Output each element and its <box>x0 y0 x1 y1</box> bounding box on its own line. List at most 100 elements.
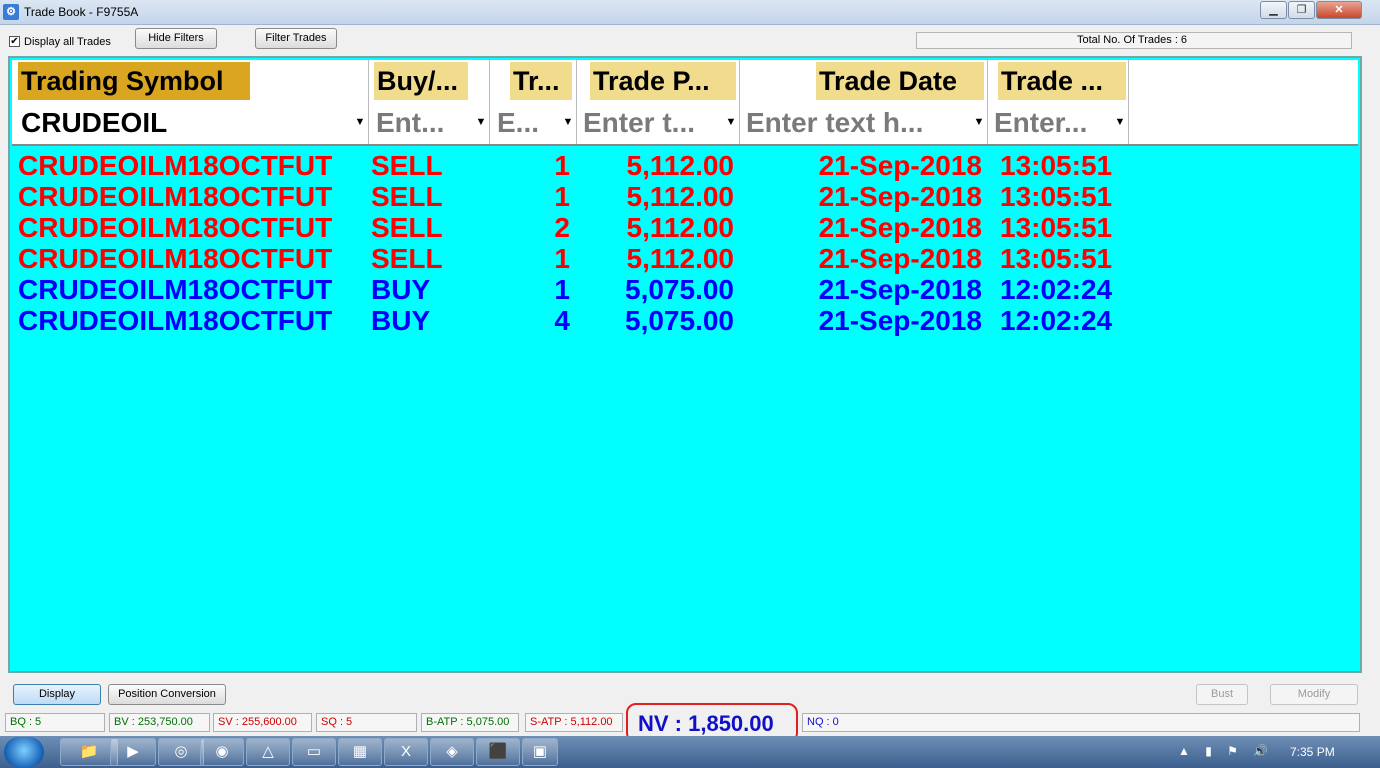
cell-qty: 1 <box>554 181 570 212</box>
lifebuoy-icon[interactable]: ◎ <box>158 738 204 766</box>
status-bv: BV : 253,750.00 <box>109 713 210 732</box>
cell-symbol: CRUDEOILM18OCTFUT <box>18 274 333 305</box>
modify-button[interactable]: Modify <box>1270 684 1358 705</box>
filter-funnel-icon[interactable]: ▼ <box>561 115 575 129</box>
title-bar: ⚙ Trade Book - F9755A ▁ ❐ ✕ <box>0 0 1380 25</box>
filter-funnel-icon[interactable]: ▼ <box>1113 115 1127 129</box>
cell-side: SELL <box>371 243 443 274</box>
chrome-icon[interactable]: ◉ <box>200 738 244 766</box>
cell-symbol: CRUDEOILM18OCTFUT <box>18 181 333 212</box>
filter-trades-button[interactable]: Filter Trades <box>255 28 337 49</box>
clock[interactable]: 7:35 PM <box>1290 745 1335 759</box>
col-header-buy-sell[interactable]: Buy/... <box>374 62 468 100</box>
cell-qty: 4 <box>554 305 570 336</box>
taskbar: 📁 ▶ ◎ ◉ △ ▭ ▦ X ◈ ⬛ ▣ ▲ ▮ ⚑ 🔊 7:35 PM <box>0 736 1380 768</box>
start-button[interactable] <box>4 737 44 767</box>
display-all-checkbox[interactable]: ✔ <box>9 36 20 47</box>
cell-symbol: CRUDEOILM18OCTFUT <box>18 150 333 181</box>
col-header-trade-price[interactable]: Trade P... <box>590 62 736 100</box>
cell-price: 5,112.00 <box>626 150 734 181</box>
cell-price: 5,112.00 <box>626 212 734 243</box>
system-tray-icons[interactable]: ▲ ▮ ⚑ 🔊 <box>1178 744 1274 758</box>
header-row: Trading Symbol Buy/... Tr... Trade P... … <box>12 60 1358 103</box>
cell-price: 5,075.00 <box>625 305 734 336</box>
pdf-icon[interactable]: ⬛ <box>476 738 520 766</box>
total-trades-label: Total No. Of Trades : 6 <box>1077 34 1188 46</box>
table-row[interactable]: CRUDEOILM18OCTFUT SELL 1 5,112.00 21-Sep… <box>18 243 1358 274</box>
cell-price: 5,112.00 <box>626 181 734 212</box>
cell-time: 13:05:51 <box>1000 181 1113 212</box>
app-icon: ⚙ <box>3 4 19 20</box>
bust-button[interactable]: Bust <box>1196 684 1248 705</box>
close-button[interactable]: ✕ <box>1316 1 1362 19</box>
cell-side: SELL <box>371 212 443 243</box>
media-player-icon[interactable]: ▶ <box>110 738 156 766</box>
trade-grid: Trading Symbol Buy/... Tr... Trade P... … <box>8 56 1362 673</box>
filter-funnel-icon[interactable]: ▼ <box>724 115 738 129</box>
table-row[interactable]: CRUDEOILM18OCTFUT BUY 4 5,075.00 21-Sep-… <box>18 305 1358 336</box>
status-sq: SQ : 5 <box>316 713 417 732</box>
cell-date: 21-Sep-2018 <box>818 212 982 243</box>
cell-side: BUY <box>371 274 431 305</box>
filter-trade-date-input[interactable]: Enter text h... <box>743 104 971 142</box>
minimize-button[interactable]: ▁ <box>1260 1 1287 19</box>
col-header-trade-qty[interactable]: Tr... <box>510 62 572 100</box>
filter-funnel-icon[interactable]: ▼ <box>353 115 367 129</box>
col-header-trade-date[interactable]: Trade Date <box>816 62 984 100</box>
cell-time: 12:02:24 <box>1000 305 1113 336</box>
cell-qty: 1 <box>554 274 570 305</box>
cell-time: 13:05:51 <box>1000 243 1113 274</box>
filter-funnel-icon[interactable]: ▼ <box>972 115 986 129</box>
cell-symbol: CRUDEOILM18OCTFUT <box>18 212 333 243</box>
triangle-app-icon[interactable]: △ <box>246 738 290 766</box>
col-header-trading-symbol[interactable]: Trading Symbol <box>18 62 250 100</box>
active-window-icon[interactable]: ▣ <box>522 738 558 766</box>
cell-date: 21-Sep-2018 <box>818 243 982 274</box>
window-title: Trade Book - F9755A <box>24 5 139 19</box>
cell-date: 21-Sep-2018 <box>818 150 982 181</box>
cell-price: 5,112.00 <box>626 243 734 274</box>
table-row[interactable]: CRUDEOILM18OCTFUT SELL 2 5,112.00 21-Sep… <box>18 212 1358 243</box>
cell-side: SELL <box>371 181 443 212</box>
cell-side: SELL <box>371 150 443 181</box>
calculator-icon[interactable]: ▦ <box>338 738 382 766</box>
filter-trade-qty-input[interactable]: E... <box>494 104 560 142</box>
cell-time: 13:05:51 <box>1000 212 1113 243</box>
display-button[interactable]: Display <box>13 684 101 705</box>
excel-icon[interactable]: X <box>384 738 428 766</box>
display-all-label: Display all Trades <box>24 36 111 48</box>
cell-symbol: CRUDEOILM18OCTFUT <box>18 305 333 336</box>
maximize-button[interactable]: ❐ <box>1288 1 1315 19</box>
status-satp: S-ATP : 5,112.00 <box>525 713 623 732</box>
window-app-icon[interactable]: ▭ <box>292 738 336 766</box>
cell-symbol: CRUDEOILM18OCTFUT <box>18 243 333 274</box>
cell-time: 13:05:51 <box>1000 150 1113 181</box>
cell-time: 12:02:24 <box>1000 274 1113 305</box>
status-bq: BQ : 5 <box>5 713 105 732</box>
status-sv: SV : 255,600.00 <box>213 713 312 732</box>
cell-qty: 1 <box>554 150 570 181</box>
filter-funnel-icon[interactable]: ▼ <box>474 115 488 129</box>
cell-side: BUY <box>371 305 431 336</box>
total-trades-box: Total No. Of Trades : 6 <box>916 32 1352 49</box>
chart-app-icon[interactable]: ◈ <box>430 738 474 766</box>
col-header-trade-time[interactable]: Trade ... <box>998 62 1126 100</box>
cell-qty: 1 <box>554 243 570 274</box>
status-nq: NQ : 0 <box>802 713 1360 732</box>
cell-price: 5,075.00 <box>625 274 734 305</box>
filter-trade-price-input[interactable]: Enter t... <box>580 104 724 142</box>
cell-date: 21-Sep-2018 <box>818 305 982 336</box>
filter-trading-symbol-input[interactable]: CRUDEOIL <box>18 104 176 142</box>
cell-date: 21-Sep-2018 <box>818 181 982 212</box>
table-row[interactable]: CRUDEOILM18OCTFUT SELL 1 5,112.00 21-Sep… <box>18 181 1358 212</box>
cell-qty: 2 <box>554 212 570 243</box>
status-batp: B-ATP : 5,075.00 <box>421 713 519 732</box>
filter-trade-time-input[interactable]: Enter... <box>991 104 1113 142</box>
position-conversion-button[interactable]: Position Conversion <box>108 684 226 705</box>
filter-row: CRUDEOIL ▼ Ent... ▼ E... ▼ Enter t... ▼ … <box>12 102 1358 146</box>
cell-date: 21-Sep-2018 <box>818 274 982 305</box>
table-row[interactable]: CRUDEOILM18OCTFUT BUY 1 5,075.00 21-Sep-… <box>18 274 1358 305</box>
hide-filters-button[interactable]: Hide Filters <box>135 28 217 49</box>
filter-buy-sell-input[interactable]: Ent... <box>373 104 473 142</box>
table-row[interactable]: CRUDEOILM18OCTFUT SELL 1 5,112.00 21-Sep… <box>18 150 1358 181</box>
